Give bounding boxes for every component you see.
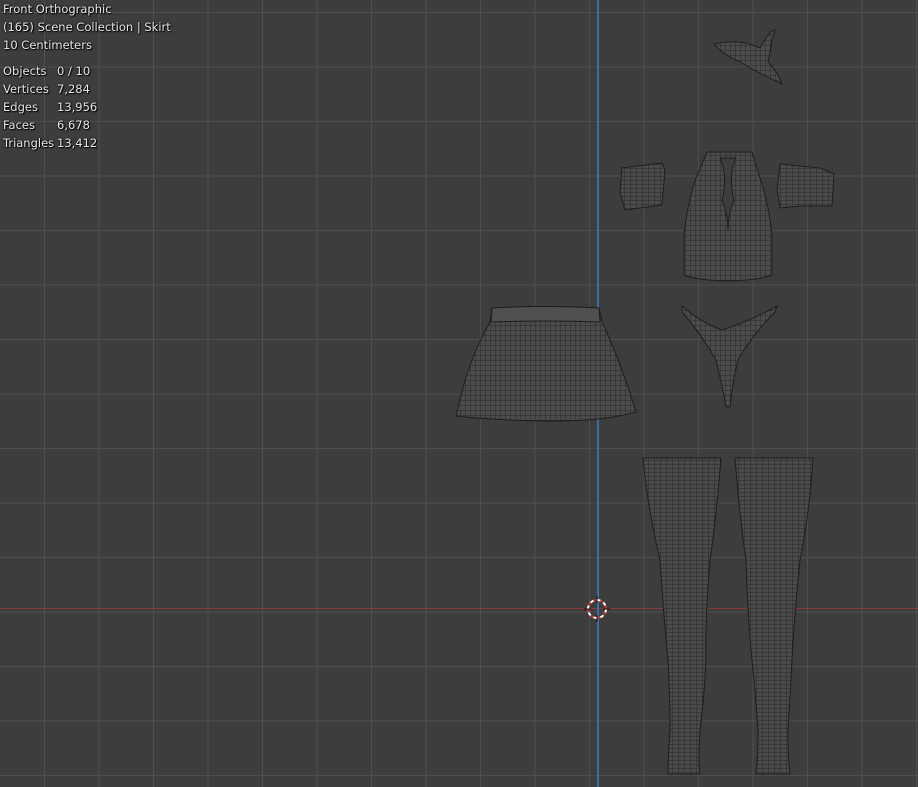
stat-value: 13,412	[57, 136, 98, 150]
3d-cursor-icon[interactable]	[584, 596, 610, 622]
stat-label: Objects	[3, 64, 47, 78]
stat-row-vertices: Vertices 7,284	[3, 80, 171, 98]
viewport-info-overlay: Front Orthographic (165) Scene Collectio…	[3, 0, 171, 152]
stat-row-faces: Faces 6,678	[3, 116, 171, 134]
right-sleeve-mesh[interactable]	[776, 163, 835, 209]
stat-row-objects: Objects 0 / 10	[3, 62, 171, 80]
stat-row-triangles: Triangles 13,412	[3, 134, 171, 152]
scene-statistics: Objects 0 / 10 Vertices 7,284 Edges 13,9…	[3, 62, 171, 152]
right-stocking-mesh[interactable]	[734, 457, 814, 775]
stat-value: 7,284	[57, 82, 90, 96]
view-name: Front Orthographic	[3, 2, 112, 16]
stat-label: Triangles	[3, 136, 55, 150]
3d-viewport[interactable]: Front Orthographic (165) Scene Collectio…	[0, 0, 918, 787]
left-stocking-mesh[interactable]	[642, 457, 722, 775]
grid-scale: 10 Centimeters	[3, 38, 92, 52]
stat-value: 6,678	[57, 118, 90, 132]
stat-value: 0 / 10	[57, 64, 91, 78]
left-sleeve-mesh[interactable]	[619, 162, 666, 211]
collection-info: (165) Scene Collection | Skirt	[3, 20, 171, 34]
stat-label: Edges	[3, 100, 38, 114]
witch-hat-mesh[interactable]	[713, 29, 783, 85]
stat-value: 13,956	[57, 100, 98, 114]
stat-label: Vertices	[3, 82, 49, 96]
stat-row-edges: Edges 13,956	[3, 98, 171, 116]
top-mesh[interactable]	[683, 151, 773, 282]
bikini-bottom-mesh[interactable]	[681, 304, 778, 408]
stat-label: Faces	[3, 118, 35, 132]
skirt-mesh[interactable]	[455, 306, 637, 422]
